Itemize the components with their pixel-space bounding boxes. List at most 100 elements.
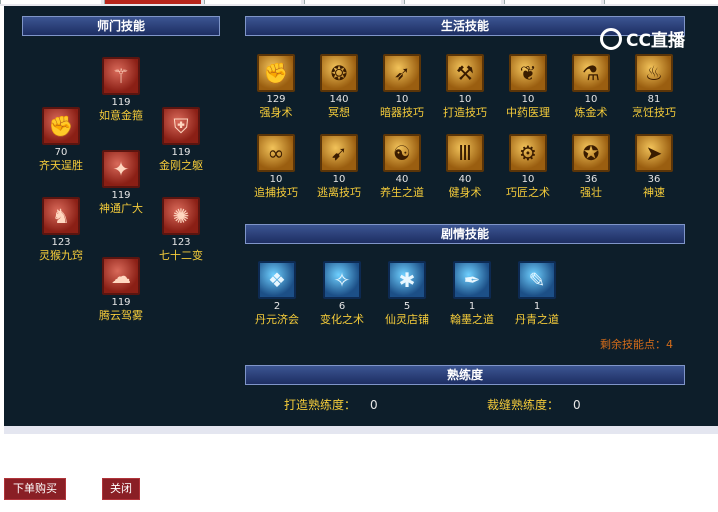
skill-level: 6 xyxy=(338,301,346,312)
tab-3[interactable] xyxy=(204,0,301,4)
elixir-icon: ❖ xyxy=(258,261,296,299)
ink-icon: ✒ xyxy=(453,261,491,299)
skill-name: 神通广大 xyxy=(99,202,143,215)
skill-name: 如意金箍 xyxy=(99,109,143,122)
cloud-icon: ☁ xyxy=(102,257,140,295)
skill-name: 中药医理 xyxy=(506,106,550,119)
skill-name: 仙灵店铺 xyxy=(385,313,429,326)
skill-level: 36 xyxy=(584,174,598,185)
painting-icon: ✎ xyxy=(518,261,556,299)
skill-name: 变化之术 xyxy=(320,313,364,326)
skill-name: 神速 xyxy=(643,186,665,199)
tailor-proficiency-label: 裁缝熟练度： xyxy=(487,398,560,412)
dart-icon: ➶ xyxy=(383,54,421,92)
forge-proficiency: 打造熟练度： 0 xyxy=(284,396,378,413)
skill-level: 129 xyxy=(266,94,286,105)
shimen-skill-shentongguangda[interactable]: ✦ 119 神通广大 xyxy=(93,150,149,216)
skill-level: 10 xyxy=(395,94,409,105)
life-skill-anqijiqiao[interactable]: ➶ 10 暗器技巧 xyxy=(374,54,430,120)
skill-name: 逃离技巧 xyxy=(317,186,361,199)
meditate-icon: ❂ xyxy=(320,54,358,92)
skill-name: 炼金术 xyxy=(574,106,608,119)
skill-name: 打造技巧 xyxy=(443,106,487,119)
skill-name: 烹饪技巧 xyxy=(632,106,676,119)
hammer-icon: ⚒ xyxy=(446,54,484,92)
staff-icon: ⚚ xyxy=(102,57,140,95)
shimen-skill-tengyunjiawu[interactable]: ☁ 119 腾云驾雾 xyxy=(93,257,149,323)
life-skill-dazaojiqiao[interactable]: ⚒ 10 打造技巧 xyxy=(437,54,493,120)
skill-level: 81 xyxy=(647,94,661,105)
cooking-icon: ♨ xyxy=(635,54,673,92)
shimen-skill-linghoujiuqiao[interactable]: ♞ 123 灵猴九窍 xyxy=(33,197,89,263)
life-skill-shensu[interactable]: ➤ 36 神速 xyxy=(626,134,682,200)
life-skill-qiaojiangzhishu[interactable]: ⚙ 10 巧匠之术 xyxy=(500,134,556,200)
watermark-text: CC直播 xyxy=(626,31,685,51)
skill-name: 丹青之道 xyxy=(515,313,559,326)
skill-name: 强身术 xyxy=(259,106,293,119)
power-icon: ✦ xyxy=(102,150,140,188)
chain-icon: ∞ xyxy=(257,134,295,172)
tab-7[interactable] xyxy=(604,0,718,4)
skill-level: 5 xyxy=(403,301,411,312)
life-skill-jianshenshu[interactable]: Ⅲ 40 健身术 xyxy=(437,134,493,200)
tab-1[interactable] xyxy=(0,0,101,4)
close-button[interactable]: 关闭 xyxy=(102,478,140,500)
tab-4[interactable] xyxy=(304,0,401,4)
tab-5[interactable] xyxy=(404,0,501,4)
skill-level: 10 xyxy=(521,174,535,185)
tab-6[interactable] xyxy=(504,0,601,4)
skill-level: 123 xyxy=(171,237,191,248)
life-skill-yangshengzhidao[interactable]: ☯ 40 养生之道 xyxy=(374,134,430,200)
life-skill-lianjinshu[interactable]: ⚗ 10 炼金术 xyxy=(563,54,619,120)
skill-level: 10 xyxy=(269,174,283,185)
skill-level: 10 xyxy=(521,94,535,105)
skill-name: 追捕技巧 xyxy=(254,186,298,199)
transform-icon: ✺ xyxy=(162,197,200,235)
tailor-proficiency-value: 0 xyxy=(573,398,581,412)
skill-level: 36 xyxy=(647,174,661,185)
shimen-skill-qitianchengsheng[interactable]: ✊ 70 齐天逞胜 xyxy=(33,107,89,173)
panel-bottom-strip xyxy=(4,426,718,434)
change-icon: ✧ xyxy=(323,261,361,299)
shop-icon: ✱ xyxy=(388,261,426,299)
skill-level: 119 xyxy=(111,190,131,201)
proficiency-header: 熟练度 xyxy=(245,365,685,385)
health-icon: ☯ xyxy=(383,134,421,172)
shimen-skill-jingangzhiqu[interactable]: ⛨ 119 金刚之躯 xyxy=(153,107,209,173)
skill-name: 齐天逞胜 xyxy=(39,159,83,172)
alchemy-icon: ⚗ xyxy=(572,54,610,92)
forge-proficiency-label: 打造熟练度： xyxy=(284,398,357,412)
skill-level: 140 xyxy=(329,94,349,105)
skill-level: 2 xyxy=(273,301,281,312)
life-skill-zhuibujiqiao[interactable]: ∞ 10 追捕技巧 xyxy=(248,134,304,200)
plot-skills-header: 剧情技能 xyxy=(245,224,685,244)
life-skill-pengrenjiqiao[interactable]: ♨ 81 烹饪技巧 xyxy=(626,54,682,120)
life-skill-mingxiang[interactable]: ❂ 140 冥想 xyxy=(311,54,367,120)
life-skill-taolijiqiao[interactable]: ➹ 10 逃离技巧 xyxy=(311,134,367,200)
skill-name: 灵猴九窍 xyxy=(39,249,83,262)
shimen-skill-ruyijingu[interactable]: ⚚ 119 如意金箍 xyxy=(93,57,149,123)
life-skill-zhongyaoyili[interactable]: ❦ 10 中药医理 xyxy=(500,54,556,120)
life-skill-qiangshenshu[interactable]: ✊ 129 强身术 xyxy=(248,54,304,120)
skill-level: 119 xyxy=(171,147,191,158)
skill-name: 暗器技巧 xyxy=(380,106,424,119)
skill-name: 巧匠之术 xyxy=(506,186,550,199)
shimen-skills-header: 师门技能 xyxy=(22,16,220,36)
escape-icon: ➹ xyxy=(320,134,358,172)
skill-level: 119 xyxy=(111,97,131,108)
plot-skill-danyuanjihui[interactable]: ❖ 2 丹元济会 xyxy=(249,261,305,327)
plot-skill-danqingzhidao[interactable]: ✎ 1 丹青之道 xyxy=(509,261,565,327)
tab-active[interactable] xyxy=(104,0,201,4)
fitness-icon: Ⅲ xyxy=(446,134,484,172)
shimen-skill-qishierbian[interactable]: ✺ 123 七十二变 xyxy=(153,197,209,263)
armor-icon: ⛨ xyxy=(162,107,200,145)
buy-button[interactable]: 下单购买 xyxy=(4,478,66,500)
skill-name: 翰墨之道 xyxy=(450,313,494,326)
life-skill-qiangzhuang[interactable]: ✪ 36 强壮 xyxy=(563,134,619,200)
plot-skill-bianhuazhishu[interactable]: ✧ 6 变化之术 xyxy=(314,261,370,327)
plot-skill-hanmozhidao[interactable]: ✒ 1 翰墨之道 xyxy=(444,261,500,327)
plot-skill-xianlingdianpu[interactable]: ✱ 5 仙灵店铺 xyxy=(379,261,435,327)
skill-name: 强壮 xyxy=(580,186,602,199)
herb-icon: ❦ xyxy=(509,54,547,92)
skill-level: 1 xyxy=(533,301,541,312)
